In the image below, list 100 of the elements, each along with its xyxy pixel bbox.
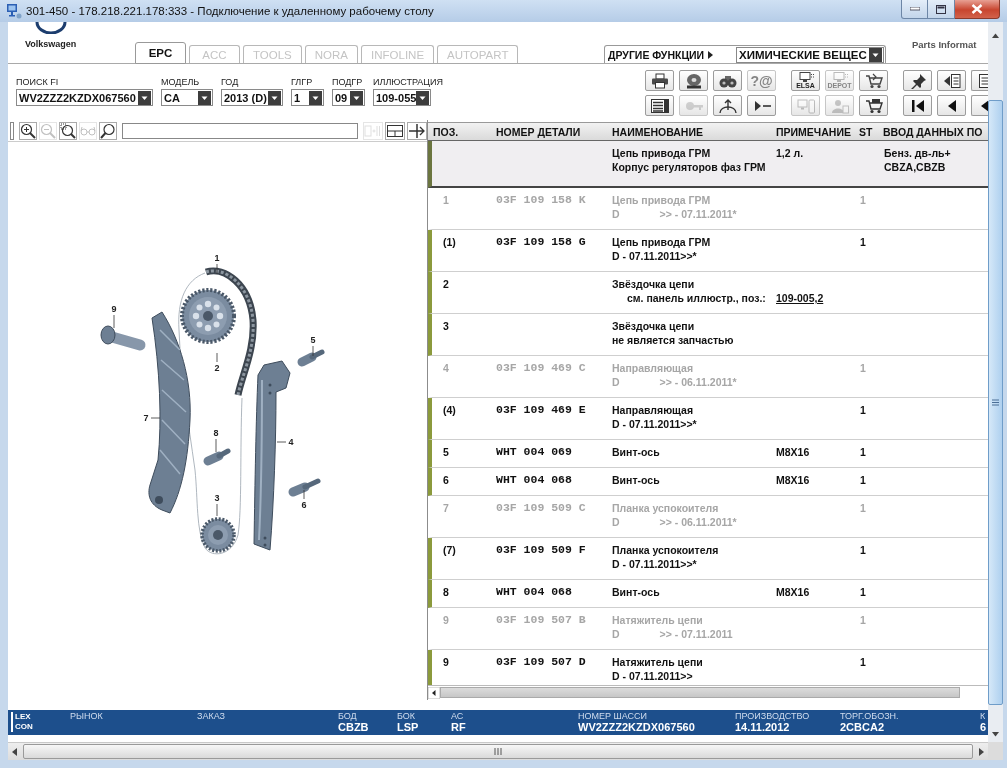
callout-number: 7: [143, 413, 149, 423]
cart-arrow-button[interactable]: [859, 70, 888, 91]
print-button[interactable]: [645, 70, 674, 91]
view-button[interactable]: [407, 121, 427, 140]
close-button[interactable]: [955, 0, 1000, 19]
position-number: (1): [443, 236, 456, 248]
callout-number: 5: [310, 335, 316, 345]
illustration-link[interactable]: 109-005,2: [776, 292, 824, 304]
group-title: Цепь привода ГРМ: [612, 147, 711, 159]
horizontal-scrollbar[interactable]: [428, 685, 988, 699]
binoculars-button[interactable]: [713, 70, 742, 91]
zoom-area-button[interactable]: [58, 121, 77, 140]
previous-button[interactable]: [937, 95, 966, 116]
disc-button[interactable]: [679, 70, 708, 91]
document-button[interactable]: [971, 70, 988, 91]
filter-dropdown[interactable]: CA: [161, 89, 213, 106]
quantity-text: 1: [860, 194, 866, 206]
filter-dropdown[interactable]: WV2ZZZ2KZDX067560: [16, 89, 153, 106]
part-name: Натяжитель цепи: [612, 614, 703, 626]
detail-text: не является запчастью: [612, 334, 734, 346]
part-number: 03F 109 507 D: [496, 655, 586, 668]
status-label: ПРОИЗВОДСТВО: [735, 711, 810, 721]
position-number: 9: [443, 614, 449, 626]
scroll-left-icon[interactable]: [428, 686, 440, 699]
detail-text: D: [612, 516, 620, 528]
callout-number: 4: [288, 437, 294, 447]
other-functions-button[interactable]: ДРУГИЕ ФУНКЦИИ: [608, 48, 737, 61]
callout-number: 1: [214, 253, 220, 263]
callout-number: 6: [301, 500, 307, 510]
zoom-in-button[interactable]: [18, 121, 37, 140]
status-value: WV2ZZZ2KZDX067560: [578, 721, 695, 733]
cart-icon: [864, 97, 883, 114]
detail-text: D - 07.11.2011>>*: [612, 418, 697, 430]
previous-button[interactable]: [971, 95, 988, 116]
product-name: Parts Informat: [912, 39, 978, 50]
quantity-text: 1: [860, 236, 866, 248]
scrollbar-thumb[interactable]: [440, 687, 960, 698]
pin-button[interactable]: [903, 70, 932, 91]
status-value: LSP: [397, 721, 419, 733]
column-header[interactable]: ПРИМЕЧАНИЕ: [776, 125, 851, 138]
part-number: WHT 004 068: [496, 473, 572, 486]
quantity-text: 1: [860, 446, 866, 458]
column-header[interactable]: ПОЗ.: [433, 125, 459, 138]
grip-icon: [494, 748, 502, 755]
position-number: (7): [443, 544, 456, 556]
quantity-text: 1: [860, 474, 866, 486]
part-name: Направляющая: [612, 404, 694, 416]
play-dash-button[interactable]: [747, 95, 776, 116]
part-name: Планка успокоителя: [612, 544, 719, 556]
tab[interactable]: EPC: [135, 42, 186, 64]
horizontal-scrollbar[interactable]: [8, 742, 988, 760]
callout-number: 8: [213, 428, 219, 438]
small-sprocket: [200, 517, 236, 553]
minimize-icon: [909, 7, 920, 11]
field-label: ГЛГР: [291, 77, 313, 88]
cart-button[interactable]: [859, 95, 888, 116]
vertical-scrollbar[interactable]: [988, 22, 1003, 742]
scrollbar-corner: [988, 742, 1003, 760]
search-button[interactable]: [98, 121, 117, 140]
maximize-button[interactable]: [928, 0, 955, 19]
first-button[interactable]: [903, 95, 932, 116]
engine-data-text: Бенз. дв-ль+: [884, 147, 951, 159]
person-icon: [830, 97, 849, 114]
column-header[interactable]: ВВОД ДАННЫХ ПО: [883, 125, 983, 138]
detail-text: >> - 06.11.2011*: [659, 376, 737, 388]
list-icon: [650, 97, 669, 114]
disc-icon: [684, 72, 703, 89]
input-field[interactable]: [121, 122, 358, 139]
view-button[interactable]: [385, 121, 405, 140]
note-text: 1,2 л.: [776, 147, 804, 159]
leader-line: [303, 489, 305, 500]
column-header[interactable]: ST: [859, 125, 873, 138]
part-name: Направляющая: [612, 362, 694, 374]
part-number: 03F 109 509 F: [496, 543, 586, 556]
document-arrow-icon: [942, 72, 961, 89]
functions-dropdown[interactable]: ХИМИЧЕСКИЕ ВЕЩЕС: [736, 46, 884, 63]
column-header[interactable]: НОМЕР ДЕТАЛИ: [496, 125, 581, 138]
part-number: 03F 109 469 E: [496, 403, 586, 416]
list-button[interactable]: [645, 95, 674, 116]
filter-dropdown[interactable]: 109-055: [373, 89, 431, 106]
scrollbar-thumb[interactable]: [23, 744, 973, 759]
scrollbar-thumb[interactable]: [988, 100, 1003, 705]
column-header[interactable]: НАИМЕНОВАНИЕ: [612, 125, 703, 138]
status-label: НОМЕР ШАССИ: [578, 711, 648, 721]
logo-icon: [35, 22, 67, 34]
leader-line: [216, 352, 218, 363]
leader-line: [216, 263, 218, 275]
note-text: M8X16: [776, 586, 810, 598]
filter-dropdown[interactable]: 09: [332, 89, 365, 106]
status-value: 2CBCA2: [840, 721, 884, 733]
part-name: Винт-ось: [612, 586, 660, 598]
status-label: ЗАКАЗ: [197, 711, 226, 721]
filter-dropdown[interactable]: 2013 (D): [221, 89, 283, 106]
document-back-button[interactable]: [937, 70, 966, 91]
leader-line: [312, 345, 314, 357]
app-icon: [6, 3, 22, 19]
caret-icon: [708, 50, 714, 59]
part-number: 03F 109 509 C: [496, 501, 586, 514]
arc-arrow-button[interactable]: [713, 95, 742, 116]
filter-dropdown[interactable]: 1: [291, 89, 324, 106]
